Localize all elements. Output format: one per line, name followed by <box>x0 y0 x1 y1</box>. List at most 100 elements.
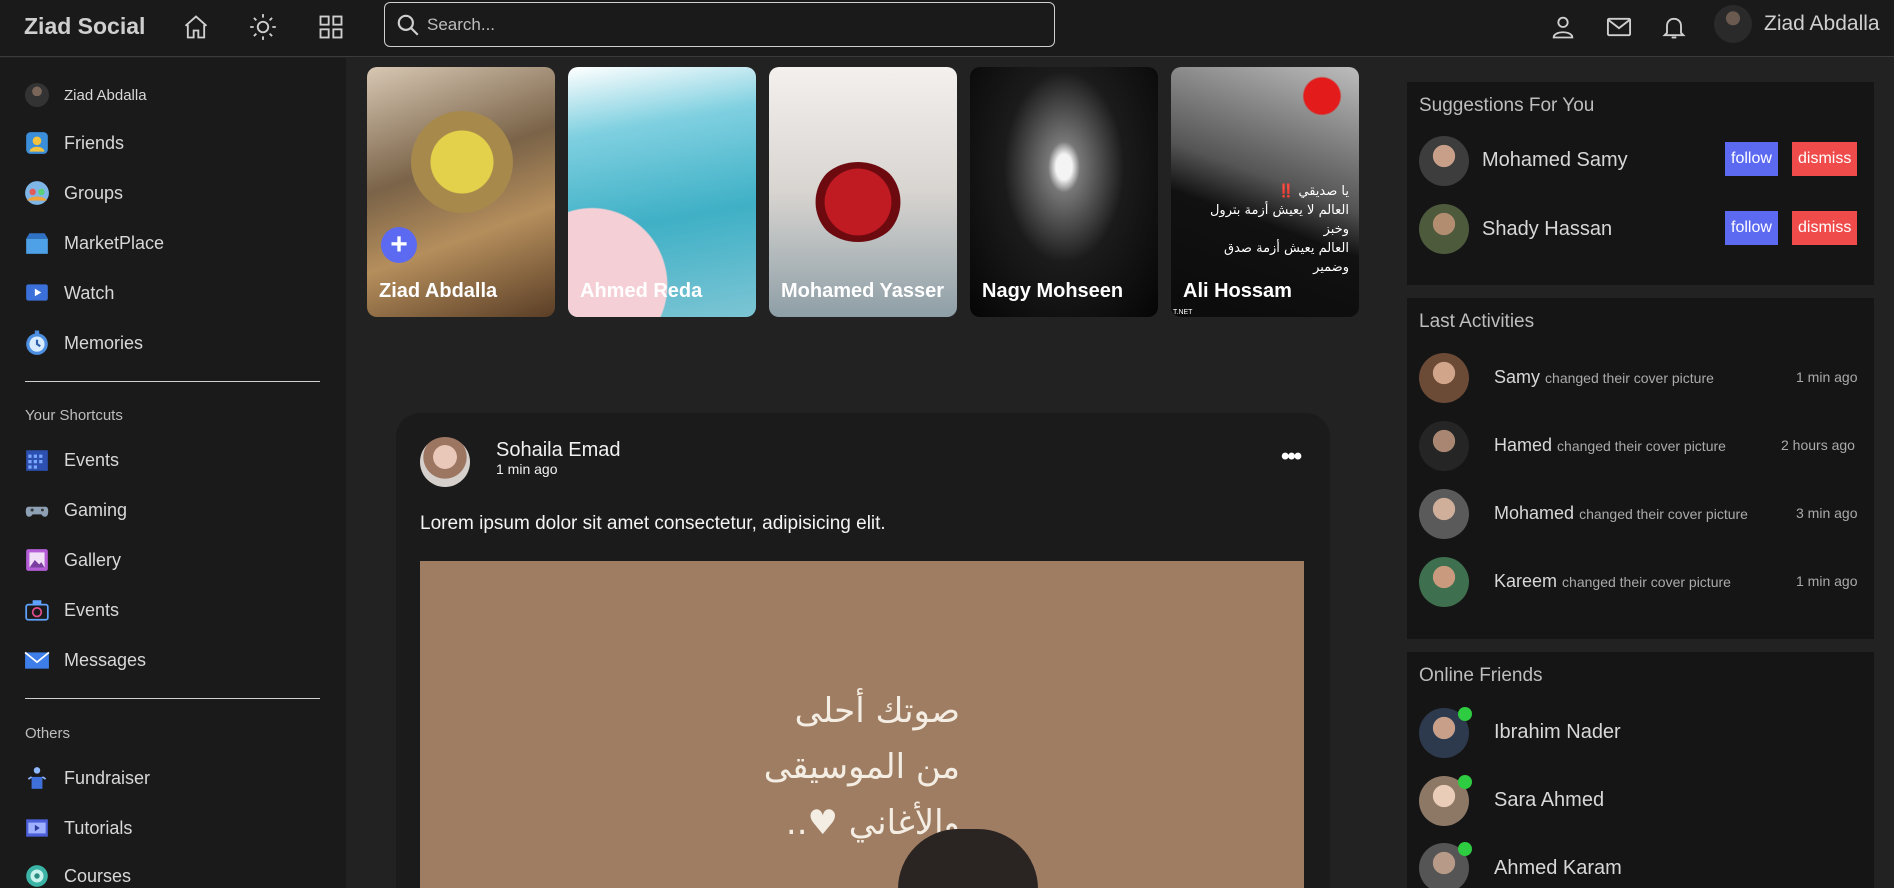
bell-icon[interactable] <box>1660 13 1688 41</box>
suggestion-name[interactable]: Shady Hassan <box>1482 218 1612 241</box>
top-navbar: Ziad Social Ziad Abdalla <box>0 0 1894 57</box>
story-image <box>813 162 903 242</box>
fundraiser-icon <box>24 765 50 791</box>
friend-name[interactable]: Ahmed Karam <box>1494 857 1622 880</box>
sidebar-item-messages[interactable]: Messages <box>24 645 146 675</box>
brand-logo[interactable]: Ziad Social <box>24 13 145 40</box>
sidebar-item-label: Gallery <box>64 549 122 570</box>
sidebar-item-profile[interactable]: Ziad Abdalla <box>24 80 147 110</box>
post-card: Sohaila Emad 1 min ago ••• Lorem ipsum d… <box>396 413 1330 888</box>
avatar[interactable] <box>1419 489 1469 539</box>
online-status-indicator <box>1458 707 1472 721</box>
search-input[interactable] <box>427 14 1027 35</box>
activity-action: changed their cover picture <box>1562 574 1731 590</box>
left-sidebar: Ziad Abdalla Friends Groups MarketPlace … <box>0 58 346 888</box>
avatar[interactable] <box>1419 421 1469 471</box>
gallery-icon <box>24 547 50 573</box>
activity-user[interactable]: Samy <box>1494 367 1540 387</box>
avatar[interactable] <box>1419 557 1469 607</box>
profile-menu[interactable]: Ziad Abdalla <box>1714 5 1880 43</box>
story-author: Ali Hossam <box>1183 280 1292 302</box>
sidebar-item-gallery[interactable]: Gallery <box>24 545 121 575</box>
story-card[interactable]: + Ziad Abdalla <box>367 67 555 317</box>
messages-icon <box>24 647 50 673</box>
sidebar-item-events-2[interactable]: Events <box>24 595 119 625</box>
activity-item: Mohamed changed their cover picture <box>1494 503 1748 524</box>
story-card[interactable]: Ahmed Reda <box>568 67 756 317</box>
sidebar-item-watch[interactable]: Watch <box>24 278 114 308</box>
sidebar-item-groups[interactable]: Groups <box>24 178 123 208</box>
sidebar-item-marketplace[interactable]: MarketPlace <box>24 228 164 258</box>
follow-button[interactable]: follow <box>1725 211 1778 245</box>
events-icon <box>24 447 50 473</box>
avatar[interactable] <box>420 437 470 487</box>
add-story-button[interactable]: + <box>381 227 417 263</box>
follow-button[interactable]: follow <box>1725 142 1778 176</box>
post-text: Lorem ipsum dolor sit amet consectetur, … <box>420 513 886 534</box>
dismiss-button[interactable]: dismiss <box>1792 211 1858 245</box>
sun-icon[interactable] <box>249 13 277 41</box>
story-author: Ziad Abdalla <box>379 280 498 302</box>
user-icon[interactable] <box>1549 13 1577 41</box>
sidebar-item-label: MarketPlace <box>64 232 165 253</box>
search-bar <box>384 2 1055 47</box>
friend-name[interactable]: Sara Ahmed <box>1494 789 1604 812</box>
dismiss-button[interactable]: dismiss <box>1792 142 1858 176</box>
story-author: Nagy Mohseen <box>982 280 1124 302</box>
post-image[interactable]: صوتك أحلى من الموسيقى والأغاني ♥.. <box>420 561 1304 888</box>
memories-icon <box>24 330 50 356</box>
activity-item: Samy changed their cover picture <box>1494 367 1714 388</box>
avatar[interactable] <box>1419 353 1469 403</box>
sidebar-item-fundraiser[interactable]: Fundraiser <box>24 763 150 793</box>
story-author: Mohamed Yasser <box>781 280 945 302</box>
sidebar-item-label: Gaming <box>64 499 128 520</box>
sidebar-item-label: Events <box>64 449 120 470</box>
friend-name[interactable]: Ibrahim Nader <box>1494 721 1621 744</box>
grid-icon[interactable] <box>317 13 345 41</box>
sidebar-item-events[interactable]: Events <box>24 445 119 475</box>
more-options-icon[interactable]: ••• <box>1281 443 1302 471</box>
sidebar-item-tutorials[interactable]: Tutorials <box>24 813 132 843</box>
home-icon[interactable] <box>182 13 210 41</box>
search-icon <box>397 14 419 36</box>
divider <box>25 381 320 382</box>
sidebar-item-memories[interactable]: Memories <box>24 328 143 358</box>
story-image <box>1299 73 1345 119</box>
activity-user[interactable]: Kareem <box>1494 571 1557 591</box>
story-image <box>407 107 517 217</box>
post-author[interactable]: Sohaila Emad <box>496 439 621 462</box>
watch-icon <box>24 280 50 306</box>
story-card[interactable]: يا صديقي ‼️ العالم لا يعيش أزمة بترول وخ… <box>1171 67 1359 317</box>
story-overlay-line: العالم يعيش أزمة صدق وضمير <box>1224 241 1349 275</box>
sidebar-item-gaming[interactable]: Gaming <box>24 495 127 525</box>
story-card[interactable]: Nagy Mohseen <box>970 67 1158 317</box>
panel-title: Last Activities <box>1419 311 1535 332</box>
marketplace-icon <box>24 230 50 256</box>
suggestion-name[interactable]: Mohamed Samy <box>1482 149 1628 172</box>
sidebar-item-label: Events <box>64 599 120 620</box>
post-image-line: صوتك أحلى <box>794 691 960 731</box>
sidebar-item-friends[interactable]: Friends <box>24 128 124 158</box>
activity-time: 3 min ago <box>1796 505 1858 521</box>
panel-title: Suggestions For You <box>1419 95 1595 116</box>
mail-icon[interactable] <box>1605 13 1633 41</box>
avatar[interactable] <box>1419 136 1469 186</box>
activity-item: Hamed changed their cover picture <box>1494 435 1726 456</box>
activity-user[interactable]: Mohamed <box>1494 503 1574 523</box>
friends-icon <box>24 130 50 156</box>
groups-icon <box>24 180 50 206</box>
divider <box>25 698 320 699</box>
story-overlay-line: يا صديقي ‼️ <box>1278 184 1349 199</box>
profile-name: Ziad Abdalla <box>1764 12 1880 35</box>
post-timestamp: 1 min ago <box>496 461 558 477</box>
sidebar-item-courses[interactable]: Courses <box>24 861 131 888</box>
activity-item: Kareem changed their cover picture <box>1494 571 1731 592</box>
sidebar-item-label: Watch <box>64 282 115 303</box>
story-overlay-text: يا صديقي ‼️ العالم لا يعيش أزمة بترول وخ… <box>1189 182 1349 277</box>
activity-user[interactable]: Hamed <box>1494 435 1552 455</box>
avatar[interactable] <box>1419 204 1469 254</box>
activity-time: 1 min ago <box>1796 573 1858 589</box>
sidebar-item-label: Friends <box>64 132 125 153</box>
story-card[interactable]: Mohamed Yasser <box>769 67 957 317</box>
tutorials-icon <box>24 815 50 841</box>
